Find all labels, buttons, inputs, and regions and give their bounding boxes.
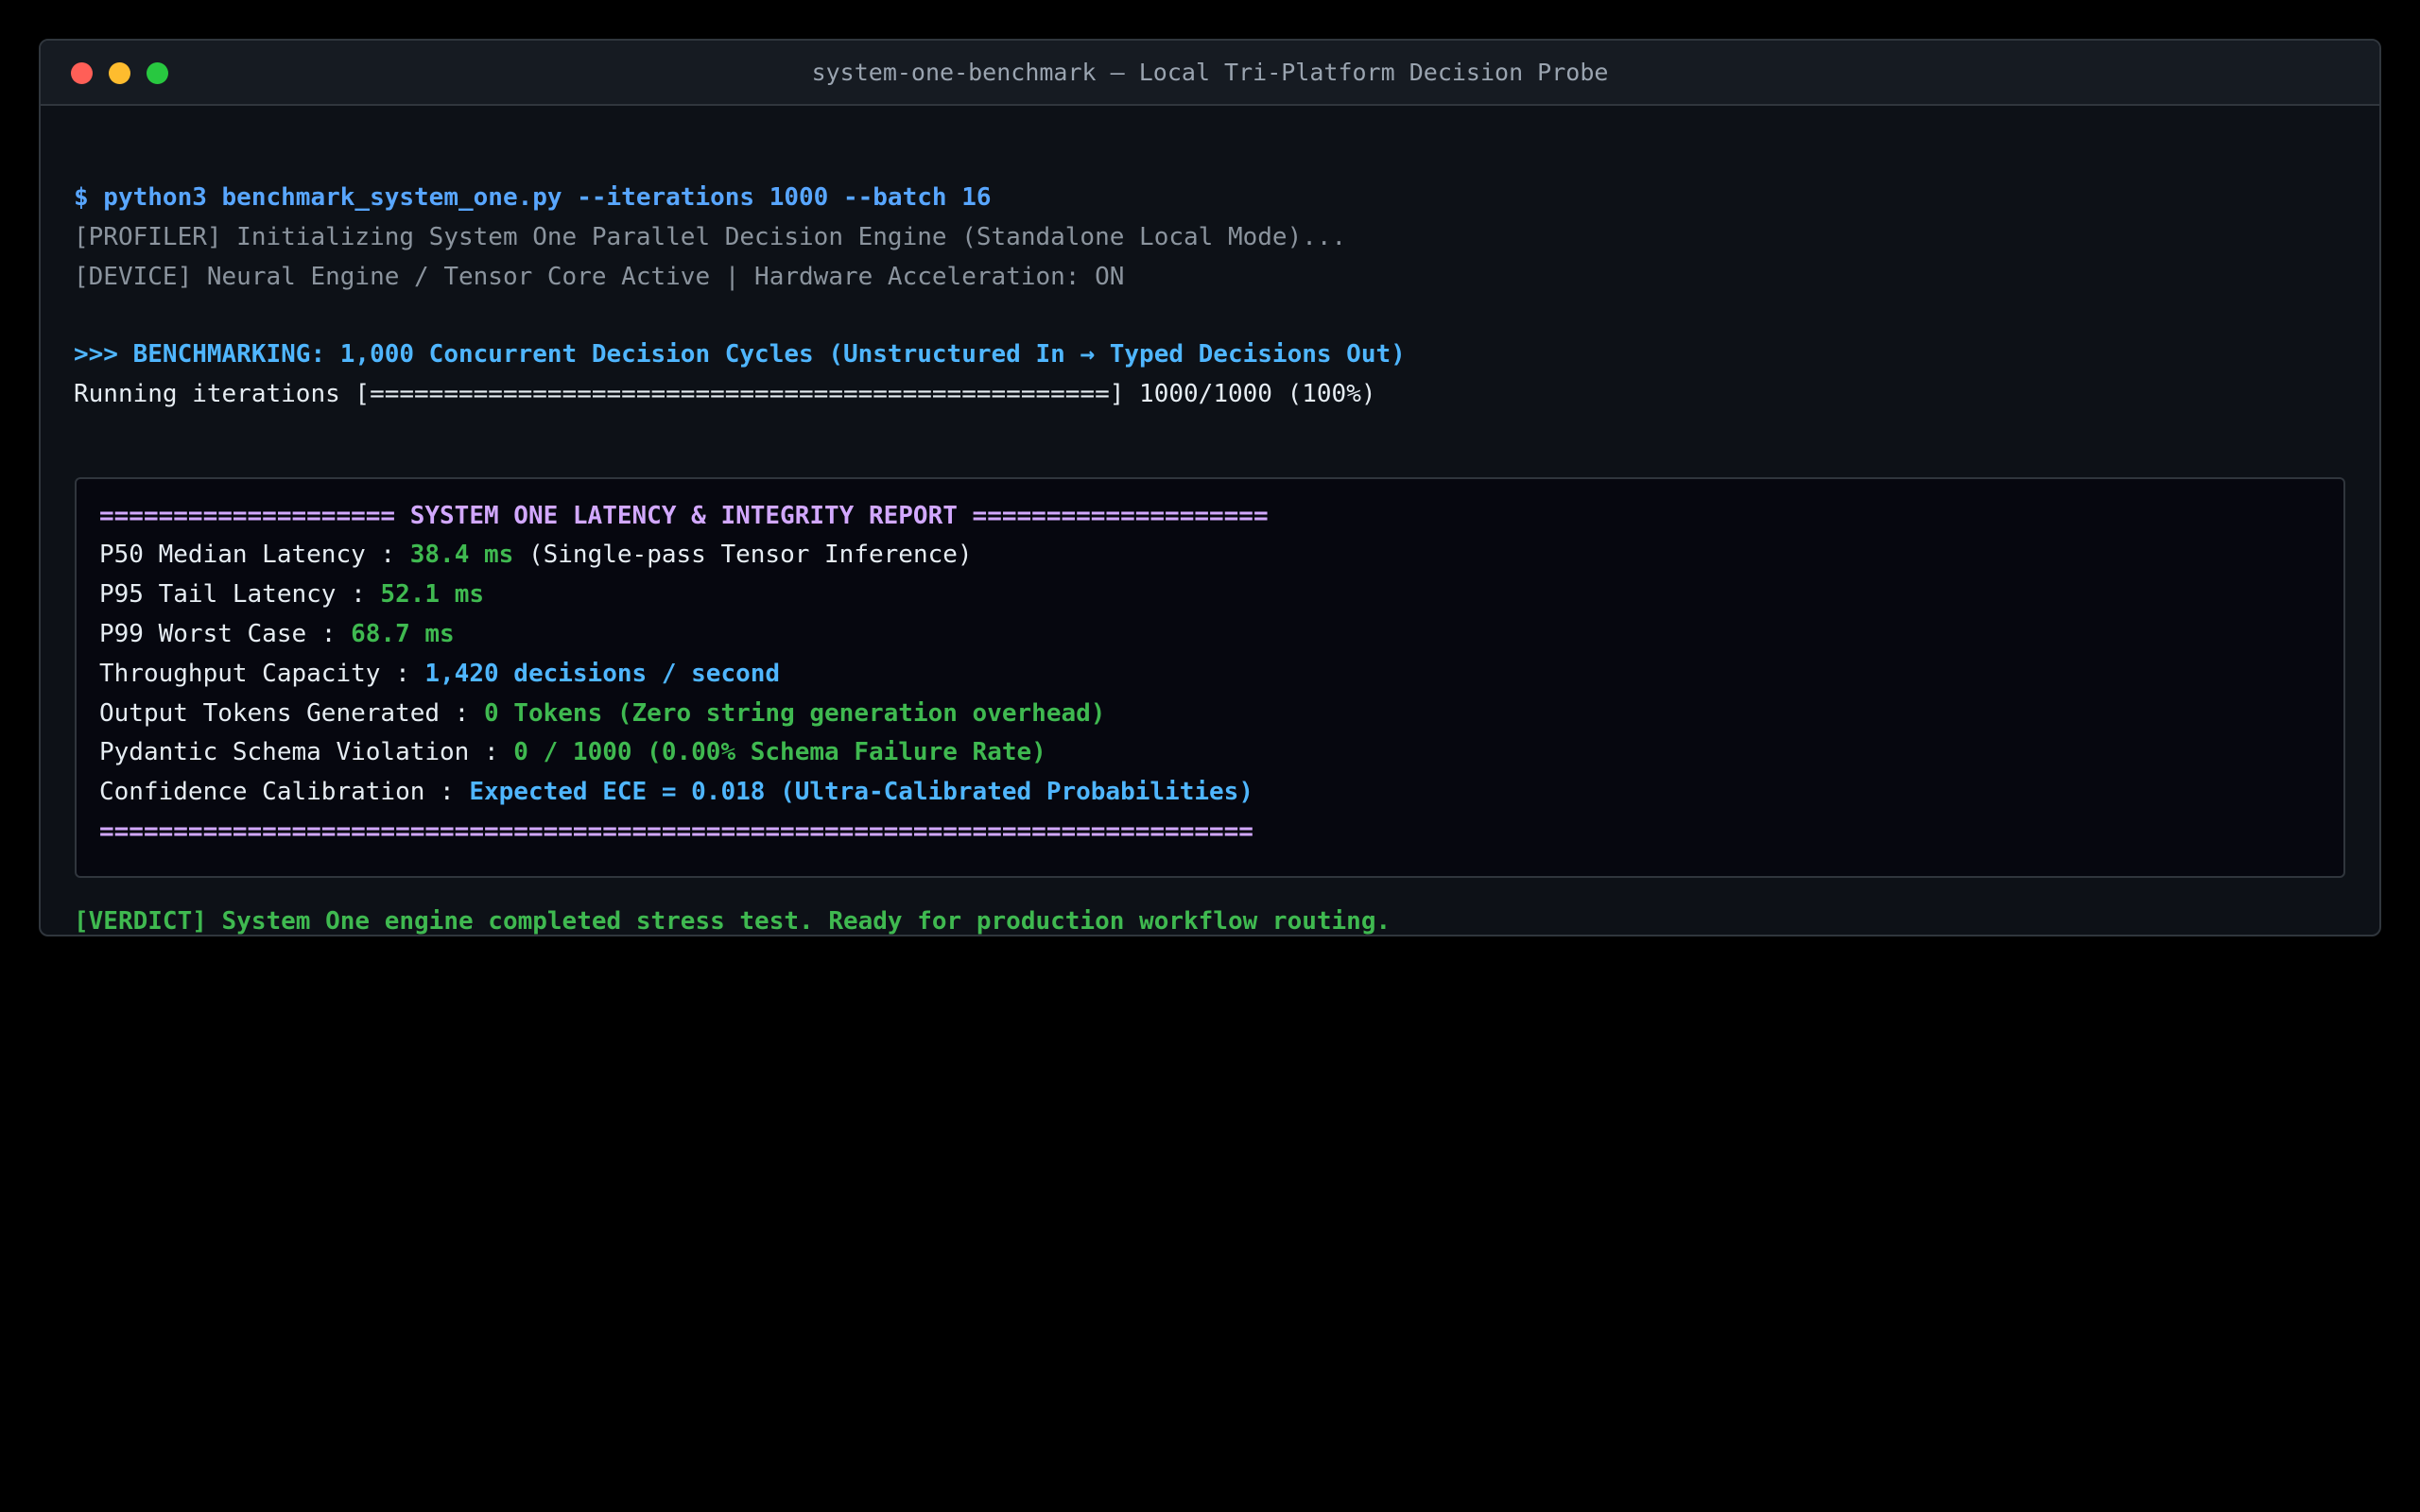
metric-value: 68.7 ms bbox=[351, 620, 455, 648]
metric-value: 0 / 1000 (0.00% Schema Failure Rate) bbox=[513, 738, 1046, 766]
report-header: ==================== SYSTEM ONE LATENCY … bbox=[99, 502, 1269, 530]
metric-label: P95 Tail Latency : bbox=[99, 580, 381, 609]
progress-bar: Running iterations [====================… bbox=[74, 380, 1125, 408]
window-title: system-one-benchmark — Local Tri-Platfor… bbox=[811, 59, 1609, 86]
metric-note: (Single-pass Tensor Inference) bbox=[513, 541, 973, 569]
progress-percent: (100%) bbox=[1287, 380, 1376, 408]
report-row-schema-violation: Pydantic Schema Violation : 0 / 1000 (0.… bbox=[99, 736, 1046, 768]
terminal-window: system-one-benchmark — Local Tri-Platfor… bbox=[39, 39, 2381, 936]
report-row-p99: P99 Worst Case : 68.7 ms bbox=[99, 618, 455, 650]
report-panel: ==================== SYSTEM ONE LATENCY … bbox=[75, 477, 2345, 878]
report-row-calibration: Confidence Calibration : Expected ECE = … bbox=[99, 776, 1253, 808]
metric-value: 52.1 ms bbox=[380, 580, 484, 609]
report-row-throughput: Throughput Capacity : 1,420 decisions / … bbox=[99, 658, 780, 690]
metric-value: Expected ECE = 0.018 (Ultra-Calibrated P… bbox=[469, 778, 1253, 806]
command-line: $ python3 benchmark_system_one.py --iter… bbox=[74, 183, 992, 212]
benchmark-line: >>> BENCHMARKING: 1,000 Concurrent Decis… bbox=[74, 340, 1406, 369]
metric-label: Pydantic Schema Violation : bbox=[99, 738, 514, 766]
metric-label: Output Tokens Generated : bbox=[99, 699, 484, 728]
report-footer: ========================================… bbox=[99, 817, 1253, 846]
title-bar: system-one-benchmark — Local Tri-Platfor… bbox=[41, 41, 2379, 106]
report-row-output-tokens: Output Tokens Generated : 0 Tokens (Zero… bbox=[99, 697, 1105, 730]
verdict-line: [VERDICT] System One engine completed st… bbox=[74, 907, 1392, 936]
metric-value: 0 Tokens (Zero string generation overhea… bbox=[484, 699, 1106, 728]
metric-label: Confidence Calibration : bbox=[99, 778, 470, 806]
progress-count: 1000/1000 bbox=[1139, 380, 1272, 408]
metric-value: 1,420 decisions / second bbox=[424, 660, 781, 688]
metric-label: P50 Median Latency : bbox=[99, 541, 410, 569]
report-row-p95: P95 Tail Latency : 52.1 ms bbox=[99, 578, 484, 610]
metric-label: Throughput Capacity : bbox=[99, 660, 425, 688]
device-line: [DEVICE] Neural Engine / Tensor Core Act… bbox=[74, 263, 1125, 291]
progress-line: Running iterations [====================… bbox=[74, 378, 1376, 410]
metric-label: P99 Worst Case : bbox=[99, 620, 352, 648]
metric-value: 38.4 ms bbox=[409, 541, 514, 569]
report-row-p50: P50 Median Latency : 38.4 ms (Single-pas… bbox=[99, 539, 973, 571]
profiler-line: [PROFILER] Initializing System One Paral… bbox=[74, 223, 1347, 251]
